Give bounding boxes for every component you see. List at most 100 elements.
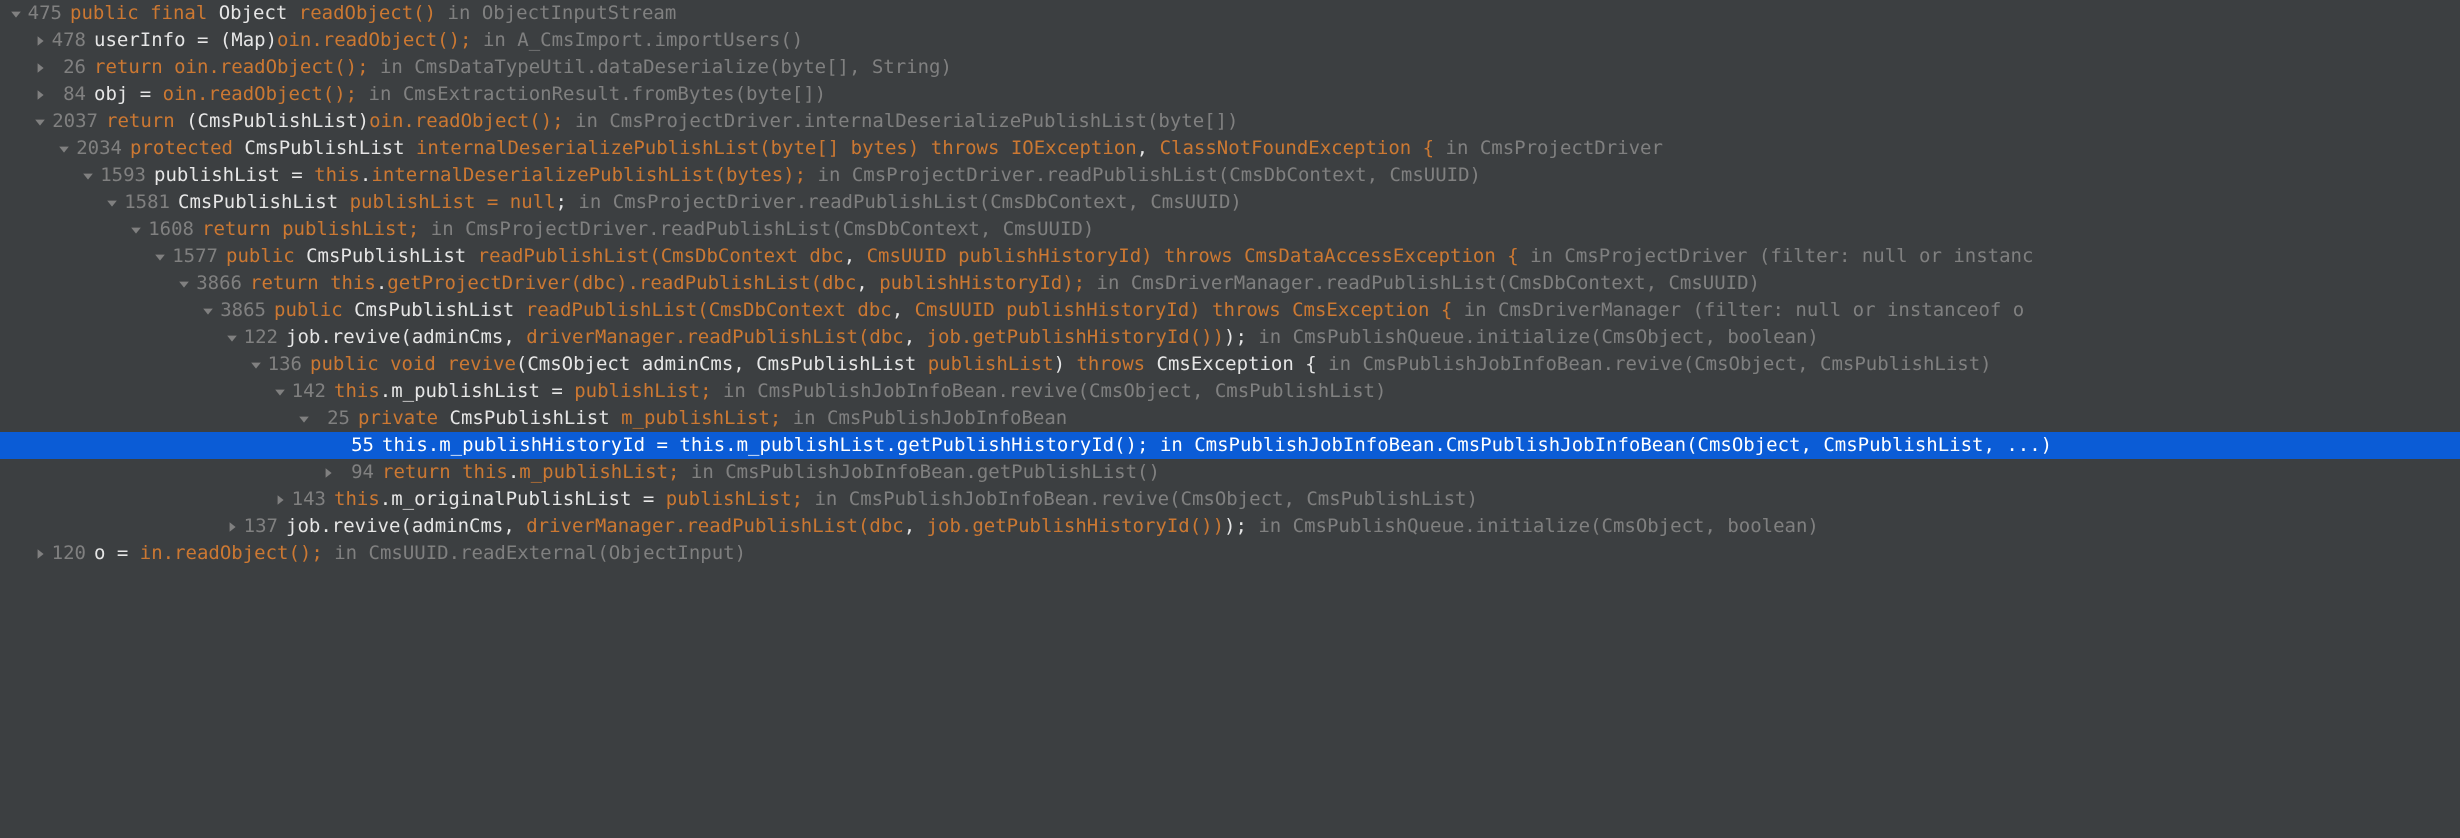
tree-row[interactable]: 2037return (CmsPublishList)oin.readObjec… [0, 108, 2460, 135]
chevron-right-icon[interactable] [30, 35, 50, 47]
chevron-down-icon[interactable] [54, 143, 74, 155]
chevron-down-icon[interactable] [270, 386, 290, 398]
line-number: 25 [314, 405, 350, 432]
line-number: 120 [50, 540, 86, 567]
chevron-down-icon[interactable] [198, 305, 218, 317]
line-number: 137 [242, 513, 278, 540]
tree-row[interactable]: 475public final Object readObject() in O… [0, 0, 2460, 27]
token: return [382, 461, 462, 483]
tree-row[interactable]: 84obj = oin.readObject(); in CmsExtracti… [0, 81, 2460, 108]
line-number: 478 [50, 27, 86, 54]
token: CmsDataAccessException { [1244, 245, 1519, 267]
tree-row[interactable]: 478 userInfo = (Map)oin.readObject(); in … [0, 27, 2460, 54]
token: in CmsDriverManager (filter: null or ins… [1452, 299, 2024, 321]
chevron-down-icon[interactable] [30, 116, 50, 128]
tree-row[interactable]: 136 public void revive(CmsObject adminCms… [0, 351, 2460, 378]
token: public void [310, 353, 447, 375]
token: in CmsPublishQueue.initialize(CmsObject,… [1247, 326, 1819, 348]
tree-row[interactable]: 1593publishList = this.internalDeseriali… [0, 162, 2460, 189]
tree-row[interactable]: 55this.m_publishHistoryId = this.m_publi… [0, 432, 2460, 459]
tree-row[interactable]: 3865public CmsPublishList readPublishLis… [0, 297, 2460, 324]
code-text: o = in.readObject(); in CmsUUID.readExte… [94, 540, 746, 567]
code-text: job.revive(adminCms, driverManager.readP… [286, 513, 1819, 540]
code-text: return (CmsPublishList)oin.readObject();… [106, 108, 1238, 135]
token: this [314, 164, 360, 186]
token: byte [771, 137, 817, 159]
line-number: 84 [50, 81, 86, 108]
token: throws [931, 137, 1011, 159]
token: getProjectDriver(dbc).readPublishList(db… [387, 272, 856, 294]
code-text: return publishList; in CmsProjectDriver.… [202, 216, 1094, 243]
token: .m_originalPublishList = [380, 488, 666, 510]
chevron-right-icon[interactable] [318, 467, 338, 479]
token: oin.readObject(); [277, 29, 471, 51]
chevron-right-icon[interactable] [30, 548, 50, 560]
chevron-right-icon[interactable] [30, 89, 50, 101]
token: , [844, 245, 867, 267]
chevron-down-icon[interactable] [126, 224, 146, 236]
token: [] bytes) [816, 137, 930, 159]
token: , [1137, 137, 1160, 159]
line-number: 94 [338, 459, 374, 486]
token: throws [1212, 299, 1292, 321]
chevron-down-icon[interactable] [78, 170, 98, 182]
code-text: userInfo = (Map)oin.readObject(); in A_C… [94, 27, 803, 54]
token: . [376, 272, 387, 294]
tree-row[interactable]: 120 o = in.readObject(); in CmsUUID.readE… [0, 540, 2460, 567]
token: return [250, 272, 330, 294]
token: obj = [94, 83, 163, 105]
token: , [904, 326, 927, 348]
tree-row[interactable]: 94return this.m_publishList; in CmsPubli… [0, 459, 2460, 486]
token: publishList = [154, 164, 314, 186]
tree-row[interactable]: 1581CmsPublishList publishList = null; i… [0, 189, 2460, 216]
chevron-right-icon[interactable] [30, 62, 50, 74]
chevron-down-icon[interactable] [102, 197, 122, 209]
tree-row[interactable]: 142this.m_publishList = publishList; in … [0, 378, 2460, 405]
tree-row[interactable]: 1577public CmsPublishList readPublishLis… [0, 243, 2460, 270]
chevron-down-icon[interactable] [150, 251, 170, 263]
token: CmsUUID publishHistoryId) [867, 245, 1164, 267]
tree-row[interactable]: 2034protected CmsPublishList internalDes… [0, 135, 2460, 162]
chevron-down-icon[interactable] [222, 332, 242, 344]
line-number: 55 [338, 432, 374, 459]
token: ) [1054, 353, 1077, 375]
token: in CmsPublishJobInfoBean.revive(CmsObjec… [803, 488, 1478, 510]
token: in CmsPublishJobInfoBean.revive(CmsObjec… [1317, 353, 1992, 375]
token: . [508, 461, 519, 483]
token: CmsPublishList [306, 245, 478, 267]
tree-row[interactable]: 3866return this.getProjectDriver(dbc).re… [0, 270, 2460, 297]
token: CmsException { [1157, 353, 1317, 375]
token: job.getPublishHistoryId()) [927, 515, 1224, 537]
tree-row[interactable]: 25private CmsPublishList m_publishList; … [0, 405, 2460, 432]
token: ); [1224, 326, 1247, 348]
chevron-down-icon[interactable] [294, 413, 314, 425]
call-hierarchy-tree[interactable]: 475public final Object readObject() in O… [0, 0, 2460, 567]
chevron-right-icon[interactable] [270, 494, 290, 506]
chevron-down-icon[interactable] [6, 8, 26, 20]
chevron-right-icon[interactable] [222, 521, 242, 533]
token: this [334, 380, 380, 402]
token: job.getPublishHistoryId()) [927, 326, 1224, 348]
token: Object [219, 2, 299, 24]
line-number: 2034 [74, 135, 122, 162]
tree-row[interactable]: 122job.revive(adminCms, driverManager.re… [0, 324, 2460, 351]
code-text: public void revive(CmsObject adminCms, C… [310, 351, 1992, 378]
token: in CmsPublishJobInfoBean.revive(CmsObjec… [712, 380, 1387, 402]
token: job.revive(adminCms, [286, 326, 526, 348]
code-text: public final Object readObject() in Obje… [70, 0, 676, 27]
tree-row[interactable]: 137 job.revive(adminCms, driverManager.re… [0, 513, 2460, 540]
token: ; [556, 191, 567, 213]
tree-row[interactable]: 143this.m_originalPublishList = publishL… [0, 486, 2460, 513]
line-number: 1608 [146, 216, 194, 243]
token: revive [447, 353, 516, 375]
tree-row[interactable]: 26return oin.readObject(); in CmsDataTyp… [0, 54, 2460, 81]
code-text: job.revive(adminCms, driverManager.readP… [286, 324, 1819, 351]
line-number: 136 [266, 351, 302, 378]
chevron-down-icon[interactable] [174, 278, 194, 290]
tree-row[interactable]: 1608 return publishList; in CmsProjectDri… [0, 216, 2460, 243]
token: CmsPublishList [244, 137, 416, 159]
token: in.readObject(); [140, 542, 323, 564]
token: .m_publishList = [380, 380, 574, 402]
line-number: 142 [290, 378, 326, 405]
chevron-down-icon[interactable] [246, 359, 266, 371]
